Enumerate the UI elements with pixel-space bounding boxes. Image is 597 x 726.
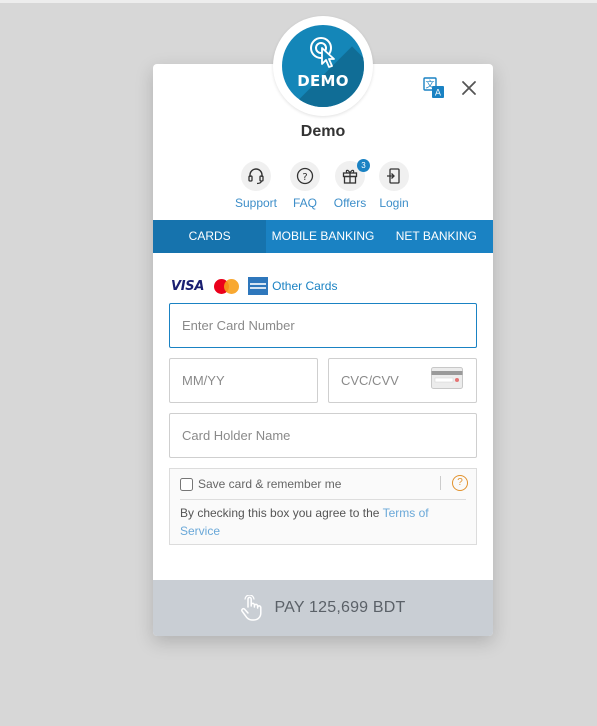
save-card-checkbox[interactable] [180,477,193,491]
mastercard-logo [212,277,242,295]
card-number-input[interactable] [169,303,477,348]
click-cursor-icon [310,37,335,68]
save-card-panel: Save card & remember me ? By checking th… [169,468,477,545]
merchant-name: Demo [300,123,346,140]
gift-icon [342,169,358,184]
save-separator [440,476,441,490]
payment-method-tabs: CARDS MOBILE BANKING NET BANKING [153,220,493,253]
terms-prefix: By checking this box you agree to the [180,506,383,520]
payment-modal: DEMO 文 A Demo Support ? FAQ 3 Offers Log… [153,16,493,636]
close-button[interactable] [459,78,479,98]
save-card-row[interactable]: Save card & remember me [180,477,341,491]
login-label: Login [379,196,409,210]
pay-button[interactable]: PAY 125,699 BDT [153,580,493,636]
login-link[interactable]: Login [364,161,424,210]
merchant-logo-badge: DEMO [282,25,364,107]
other-cards-link[interactable]: Other Cards [272,279,337,293]
svg-text:?: ? [302,172,307,183]
translate-icon: 文 A [423,77,444,99]
visa-logo: VISA [171,278,205,294]
page-top-strip [0,0,597,3]
terms-text: By checking this box you agree to the Te… [180,504,448,540]
tap-hand-icon [241,595,263,621]
card-holder-input[interactable] [169,413,477,458]
close-icon [462,81,476,95]
quick-links: Support ? FAQ 3 Offers Login [153,159,493,210]
tab-net-banking[interactable]: NET BANKING [380,220,493,253]
headset-icon [248,168,264,185]
login-icon [387,168,400,184]
save-divider [180,499,466,500]
help-icon[interactable]: ? [452,475,468,491]
card-back-icon [431,367,463,389]
merchant-logo: DEMO [273,16,373,116]
question-icon: ? [296,167,314,185]
logo-text: DEMO [297,72,349,90]
tab-mobile-banking[interactable]: MOBILE BANKING [266,220,379,253]
translate-button[interactable]: 文 A [423,77,445,99]
save-card-label: Save card & remember me [198,477,342,491]
tab-cards[interactable]: CARDS [153,220,267,253]
expiry-input[interactable] [169,358,318,403]
amex-logo [248,277,269,295]
svg-text:A: A [435,89,442,99]
pay-label: PAY 125,699 BDT [274,599,406,616]
card-brands: VISA Other Cards [169,276,337,296]
